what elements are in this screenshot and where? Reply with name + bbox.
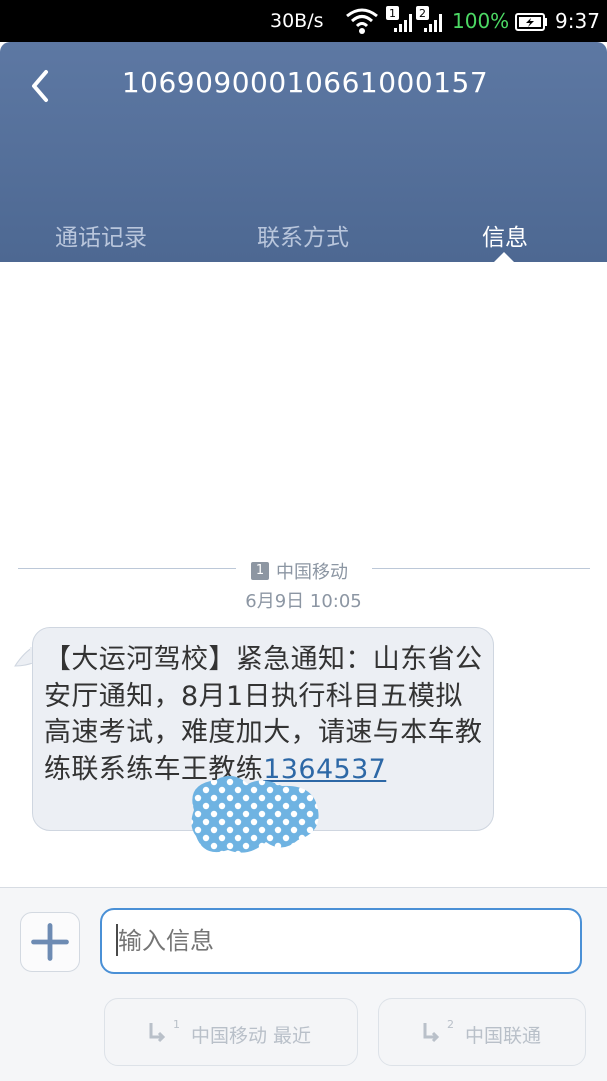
- send-sim1-label: 中国移动 最近: [191, 1025, 312, 1047]
- sim1-number: 1: [389, 7, 396, 20]
- message-input[interactable]: [100, 908, 582, 974]
- wifi-icon: [346, 8, 378, 34]
- tab-call-log[interactable]: 通话记录: [31, 218, 171, 252]
- message-body[interactable]: 【大运河驾校】紧急通知：山东省公安厅通知，8月1日执行科目五模拟高速考试，难度加…: [44, 642, 484, 788]
- back-button[interactable]: [22, 66, 62, 106]
- send-sim1-number: 1: [173, 1018, 180, 1031]
- send-sim2-button[interactable]: 2 中国联通: [378, 998, 586, 1066]
- send-sim2-label: 中国联通: [465, 1025, 542, 1047]
- tab-contact-info[interactable]: 联系方式: [233, 218, 373, 252]
- contact-number: 1069090001066100015​7: [121, 66, 489, 99]
- sim-badge: 1: [251, 562, 269, 580]
- text-cursor: [116, 924, 118, 956]
- active-tab-indicator: [493, 252, 515, 263]
- send-sim1-icon: 1: [149, 1018, 180, 1043]
- redaction-blob: [191, 775, 319, 853]
- divider-left: [18, 568, 236, 569]
- signal-icon-sim1: 1: [386, 6, 412, 32]
- tab-bar: 通话记录 联系方式 信息: [0, 210, 607, 263]
- battery-icon: [515, 13, 547, 31]
- message-timestamp: 6月9日 10:05: [245, 591, 362, 612]
- send-sim2-icon: 2: [423, 1018, 454, 1043]
- sim2-number: 2: [419, 7, 426, 20]
- attach-button[interactable]: [20, 912, 80, 972]
- battery-percentage: 100%: [452, 9, 510, 33]
- send-sim2-number: 2: [447, 1018, 454, 1031]
- carrier-name: 中国移动: [276, 562, 348, 583]
- status-bar: 30B/s 1 2 100% 9:37: [0, 0, 607, 42]
- send-sim1-button[interactable]: 1 中国移动 最近: [104, 998, 358, 1066]
- divider-right: [372, 568, 590, 569]
- conversation-header: 1069090001066100015​7 通话记录 联系方式 信息: [0, 42, 607, 263]
- signal-icon-sim2: 2: [416, 6, 442, 32]
- clock: 9:37: [555, 9, 600, 33]
- sim-carrier-label: 1 中国移动: [251, 558, 348, 584]
- tab-messages[interactable]: 信息: [435, 218, 575, 252]
- network-speed: 30B/s: [270, 10, 324, 32]
